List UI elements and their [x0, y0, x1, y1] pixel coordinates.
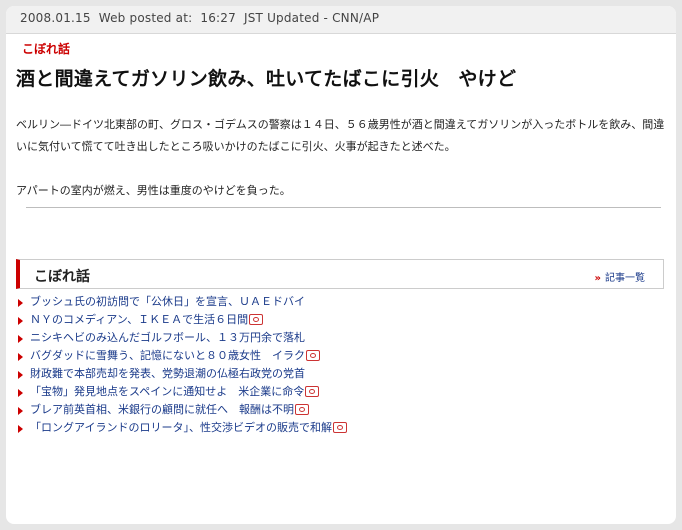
triangle-bullet-icon — [18, 299, 23, 307]
article-list-label: 記事一覧 — [605, 273, 645, 284]
double-chevron-right-icon: » — [594, 273, 601, 284]
camera-icon — [295, 404, 309, 415]
related-item: ニシキヘビのみ込んだゴルフボール、１３万円余で落札 — [16, 329, 664, 347]
meta-time: 16:27 — [200, 11, 236, 25]
camera-icon — [305, 386, 320, 397]
related-item-link[interactable]: ＮＹのコメディアン、ＩＫＥＡで生活６日間 — [30, 313, 248, 326]
divider — [26, 207, 661, 208]
related-item-link[interactable]: ニシキヘビのみ込んだゴルフボール、１３万円余で落札 — [30, 331, 305, 344]
triangle-bullet-icon — [18, 407, 23, 415]
article-headline: 酒と間違えてガソリン飲み、吐いてたばこに引火 やけど — [16, 68, 517, 90]
triangle-bullet-icon — [18, 389, 23, 397]
article-paragraph: ベルリン―ドイツ北東部の町、グロス・ゴデムスの警察は１４日、５６歳男性が酒と間違… — [16, 118, 665, 153]
related-item: 「ロングアイランドのロリータ」、性交渉ビデオの販売で和解 — [16, 419, 664, 437]
category-kicker[interactable]: こぼれ話 — [22, 40, 70, 57]
related-list: ブッシュ氏の初訪問で「公休日」を宣言、ＵＡＥドバイ ＮＹのコメディアン、ＩＫＥＡで… — [16, 293, 664, 437]
related-item-link[interactable]: ブッシュ氏の初訪問で「公休日」を宣言、ＵＡＥドバイ — [30, 295, 305, 308]
triangle-bullet-icon — [18, 317, 23, 325]
related-title: こぼれ話 — [34, 269, 90, 285]
camera-icon — [306, 350, 320, 361]
camera-icon — [249, 314, 264, 325]
related-item: ブッシュ氏の初訪問で「公休日」を宣言、ＵＡＥドバイ — [16, 293, 664, 311]
meta-date: 2008.01.15 — [20, 11, 91, 25]
article-list-link[interactable]: » 記事一覧 — [595, 269, 645, 284]
related-item: 財政難で本部売却を発表、党勢退潮の仏極右政党の党首 — [16, 365, 664, 383]
triangle-bullet-icon — [18, 425, 23, 433]
triangle-bullet-icon — [18, 353, 23, 361]
related-item: バグダッドに雪舞う、記憶にないと８０歳女性 イラク — [16, 347, 664, 365]
meta-bar: 2008.01.15 Web posted at: 16:27 JST Upda… — [6, 6, 676, 34]
related-item-link[interactable]: ブレア前英首相、米銀行の顧問に就任へ 報酬は不明 — [30, 403, 294, 416]
related-header: こぼれ話 » 記事一覧 — [16, 259, 664, 289]
related-item-link[interactable]: 財政難で本部売却を発表、党勢退潮の仏極右政党の党首 — [30, 367, 305, 380]
camera-icon — [332, 422, 347, 433]
related-section: こぼれ話 » 記事一覧 ブッシュ氏の初訪問で「公休日」を宣言、ＵＡＥドバイ ＮＹのコ… — [16, 259, 664, 437]
related-item: ブレア前英首相、米銀行の顧問に就任へ 報酬は不明 — [16, 401, 664, 419]
article-card: 2008.01.15 Web posted at: 16:27 JST Upda… — [6, 6, 676, 524]
related-item-link[interactable]: バグダッドに雪舞う、記憶にないと８０歳女性 イラク — [30, 349, 305, 362]
meta-updated: JST Updated - CNN/AP — [243, 11, 380, 25]
related-item: 「宝物」発見地点をスペインに通知せよ 米企業に命令 — [16, 383, 664, 401]
related-item: ＮＹのコメディアン、ＩＫＥＡで生活６日間 — [16, 311, 664, 329]
related-item-link[interactable]: 「ロングアイランドのロリータ」、性交渉ビデオの販売で和解 — [30, 421, 332, 434]
meta-posted-label: Web posted at: — [98, 11, 193, 25]
triangle-bullet-icon — [18, 335, 23, 343]
triangle-bullet-icon — [18, 371, 23, 379]
article-paragraph: アパートの室内が燃え、男性は重度のやけどを負った。 — [16, 184, 291, 197]
related-item-link[interactable]: 「宝物」発見地点をスペインに通知せよ 米企業に命令 — [30, 385, 304, 398]
